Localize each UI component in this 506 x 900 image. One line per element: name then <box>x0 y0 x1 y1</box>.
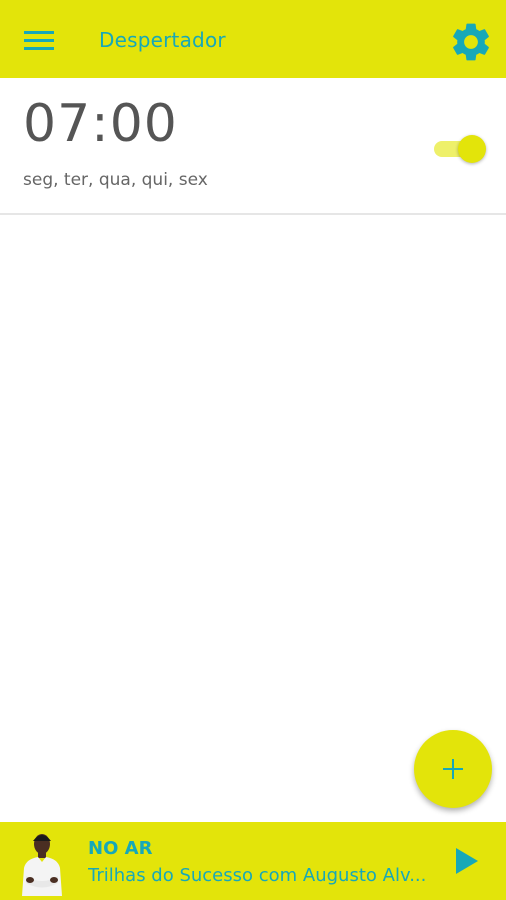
toggle-thumb <box>458 135 486 163</box>
settings-button[interactable] <box>448 19 494 65</box>
play-button[interactable] <box>450 844 484 878</box>
on-air-label: NO AR <box>88 838 153 859</box>
alarm-days: seg, ter, qua, qui, sex <box>23 170 208 190</box>
plus-icon <box>443 759 463 779</box>
app-screen: Despertador 07:00 seg, ter, qua, qui, se… <box>0 0 506 900</box>
alarm-item[interactable]: 07:00 seg, ter, qua, qui, sex <box>0 78 506 215</box>
alarm-toggle[interactable] <box>434 132 486 164</box>
program-title: Trilhas do Sucesso com Augusto Alv... <box>88 865 427 886</box>
app-title: Despertador <box>99 28 226 52</box>
alarm-time: 07:00 <box>23 94 178 154</box>
now-playing-bar[interactable]: NO AR Trilhas do Sucesso com Augusto Alv… <box>0 822 506 900</box>
host-avatar <box>16 828 68 896</box>
hamburger-menu-icon <box>24 31 54 50</box>
gear-icon <box>453 23 489 61</box>
play-icon <box>456 848 478 874</box>
menu-button[interactable] <box>20 24 60 56</box>
top-app-bar: Despertador <box>0 0 506 78</box>
add-alarm-button[interactable] <box>414 730 492 808</box>
